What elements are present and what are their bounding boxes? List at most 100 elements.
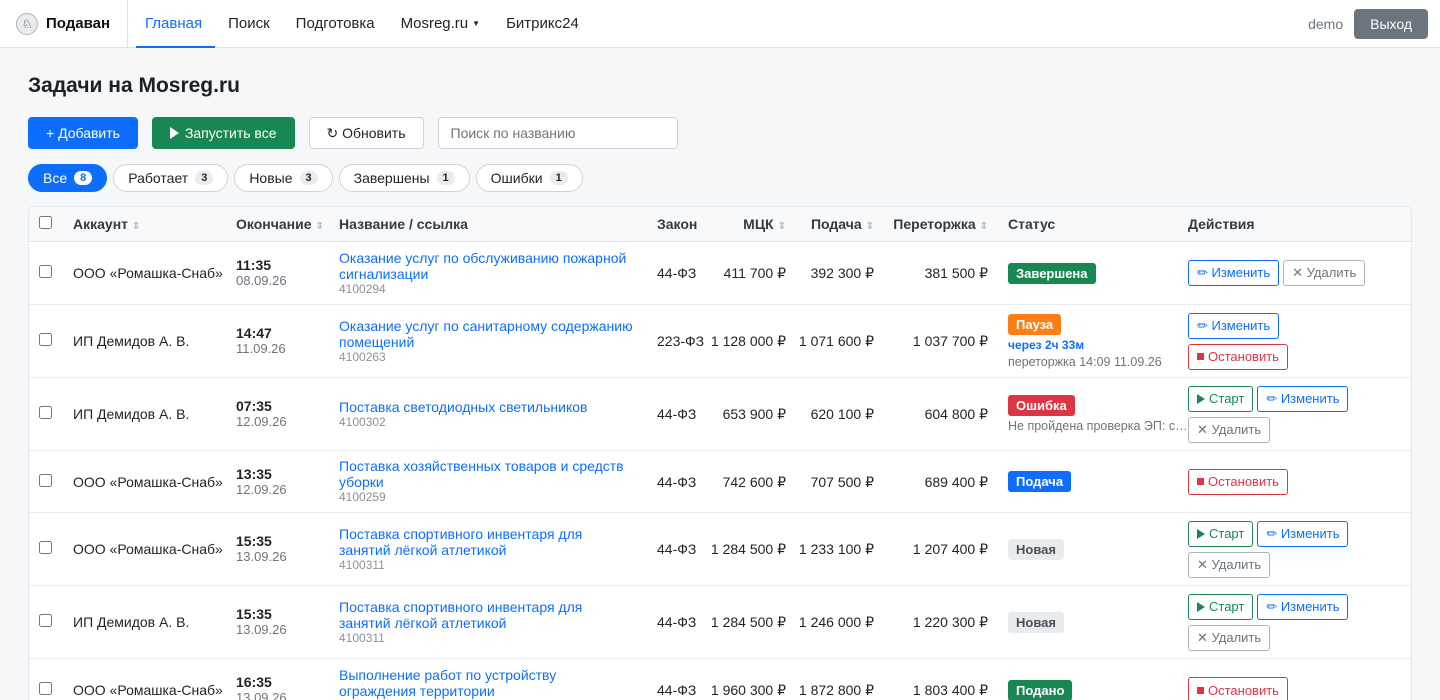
tasks-table: Аккаунт ⇕ Окончание ⇕ Название / ссылка За… (28, 206, 1412, 700)
cell-account: ИП Демидов А. В. (73, 333, 190, 349)
task-id: 4100311 (339, 630, 385, 645)
filter-all[interactable]: Все 8 (28, 164, 108, 192)
edit-button[interactable]: ✏ Изменить (1257, 520, 1349, 547)
stop-button[interactable]: Остановить (1188, 468, 1288, 495)
col-header-mcq[interactable]: МЦК ⇕ (710, 216, 786, 232)
filter-count: 8 (74, 171, 93, 185)
start-label: Старт (1209, 526, 1245, 541)
stop-label: Остановить (1208, 474, 1279, 489)
logout-button[interactable]: Выход (1354, 9, 1428, 39)
sort-icon: ⇕ (865, 221, 874, 232)
row-checkbox[interactable] (39, 265, 52, 278)
filter-completed[interactable]: Завершены 1 (338, 164, 470, 192)
delete-button[interactable]: ✕ Удалить (1283, 260, 1366, 286)
play-icon (1197, 528, 1205, 539)
cell-status: Новая (988, 538, 1188, 560)
task-link[interactable]: Поставка спортивного инвентаря для занят… (339, 599, 635, 631)
row-checkbox[interactable] (39, 682, 52, 695)
stop-button[interactable]: Остановить (1188, 677, 1288, 700)
status-rebid-note: переторжка 14:09 11.09.26 (1008, 354, 1162, 369)
status-badge: Новая (1008, 538, 1064, 560)
cell-end: 15:35 13.09.26 (226, 606, 329, 638)
nav-item-bitrix24[interactable]: Битрикс24 (493, 0, 592, 47)
table-row: ИП Демидов А. В. 07:35 12.09.26 Поставка … (29, 378, 1411, 451)
row-checkbox[interactable] (39, 614, 52, 627)
col-header-end[interactable]: Окончание ⇕ (226, 216, 329, 232)
cell-name: Поставка спортивного инвентаря для занят… (329, 526, 647, 573)
refresh-button[interactable]: ↻ Обновить (308, 117, 424, 149)
start-button[interactable]: Старт (1188, 593, 1254, 620)
filter-label: Работает (128, 170, 189, 186)
row-checkbox[interactable] (39, 333, 52, 346)
end-time: 07:35 (236, 398, 272, 414)
cell-mcq: 742 600 ₽ (722, 473, 786, 490)
search-input[interactable] (437, 117, 678, 149)
end-date: 12.09.26 (236, 414, 287, 429)
task-link[interactable]: Поставка хозяйственных товаров и средств… (339, 458, 635, 490)
cell-law: 44-ФЗ (657, 473, 697, 490)
caret-down-icon: ▼ (472, 19, 481, 28)
cell-rebid: 1 803 400 ₽ (912, 682, 988, 698)
row-checkbox[interactable] (39, 473, 52, 487)
nav-item-home[interactable]: Главная (132, 0, 216, 48)
run-all-label: Запустить все (184, 125, 277, 141)
cell-law: 44-ФЗ (657, 265, 697, 281)
end-date: 11.09.26 (236, 341, 286, 356)
edit-button[interactable]: ✏ Изменить (1188, 260, 1280, 286)
start-button[interactable]: Старт (1188, 520, 1254, 547)
edit-button[interactable]: ✏ Изменить (1257, 385, 1349, 412)
delete-button[interactable]: ✕ Удалить (1188, 551, 1271, 578)
cell-mcq: 1 128 000 ₽ (710, 333, 786, 349)
delete-button[interactable]: ✕ Удалить (1188, 416, 1271, 443)
start-label: Старт (1209, 599, 1245, 614)
table-row: ООО «Ромашка-Снаб» 16:35 13.09.26 Выполне… (29, 659, 1411, 700)
filter-label: Все (43, 170, 68, 186)
cell-law: 44-ФЗ (657, 614, 697, 630)
task-link[interactable]: Поставка светодиодных светильников (339, 399, 635, 415)
status-badge: Завершена (1008, 262, 1096, 284)
sort-icon: ⇕ (315, 221, 324, 232)
delete-button[interactable]: ✕ Удалить (1188, 624, 1271, 651)
task-link[interactable]: Поставка спортивного инвентаря для занят… (339, 526, 635, 558)
cell-actions: Старт ✏ Изменить ✕ Удалить (1188, 385, 1388, 443)
task-link[interactable]: Выполнение работ по устройству ограждени… (339, 667, 635, 699)
select-all-checkbox[interactable] (39, 216, 52, 229)
status-badge: Новая (1008, 611, 1064, 633)
col-header-name: Название / ссылка (339, 216, 468, 232)
cell-rebid: 1 207 400 ₽ (912, 541, 988, 557)
brand[interactable]: ♘ Подаван (0, 0, 128, 47)
start-button[interactable]: Старт (1188, 385, 1254, 412)
stop-button[interactable]: Остановить (1188, 343, 1288, 370)
add-button[interactable]: + Добавить (28, 117, 138, 149)
cell-end: 15:35 13.09.26 (226, 533, 329, 565)
col-header-submit[interactable]: Подача ⇕ (786, 216, 874, 232)
row-checkbox[interactable] (39, 406, 52, 419)
filter-errors[interactable]: Ошибки 1 (475, 164, 583, 192)
cell-submit: 1 246 000 ₽ (798, 614, 874, 630)
cell-actions: Остановить (1188, 468, 1388, 495)
filter-running[interactable]: Работает 3 (113, 164, 229, 192)
sort-icon: ⇕ (777, 221, 786, 232)
nav-item-mosreg[interactable]: Mosreg.ru ▼ (388, 0, 493, 47)
task-link[interactable]: Оказание услуг по санитарному содержанию… (339, 318, 635, 350)
main-content: Задачи на Mosreg.ru + Добавить Запустить… (0, 74, 1440, 700)
col-header-account[interactable]: Аккаунт ⇕ (63, 216, 226, 232)
edit-button[interactable]: ✏ Изменить (1188, 312, 1280, 339)
end-time: 15:35 (236, 606, 272, 622)
cell-account: ООО «Ромашка-Снаб» (73, 473, 223, 490)
filter-new[interactable]: Новые 3 (234, 164, 333, 192)
cell-law: 44-ФЗ (657, 406, 697, 422)
filter-label: Новые (249, 170, 293, 186)
nav-item-preparation[interactable]: Подготовка (283, 0, 388, 47)
table-header: Аккаунт ⇕ Окончание ⇕ Название / ссылка За… (29, 207, 1411, 242)
task-link[interactable]: Оказание услуг по обслуживанию пожарной … (339, 250, 635, 282)
nav-item-search[interactable]: Поиск (215, 0, 283, 47)
col-header-rebid[interactable]: Переторжка ⇕ (874, 216, 988, 232)
status-badge: Ошибка (1008, 395, 1075, 416)
play-icon (169, 127, 179, 139)
run-all-button[interactable]: Запустить все (151, 117, 295, 149)
cell-actions: Старт ✏ Изменить ✕ Удалить (1188, 520, 1388, 578)
edit-button[interactable]: ✏ Изменить (1257, 593, 1349, 620)
row-checkbox[interactable] (39, 541, 52, 554)
task-id: 4100294 (339, 281, 386, 296)
